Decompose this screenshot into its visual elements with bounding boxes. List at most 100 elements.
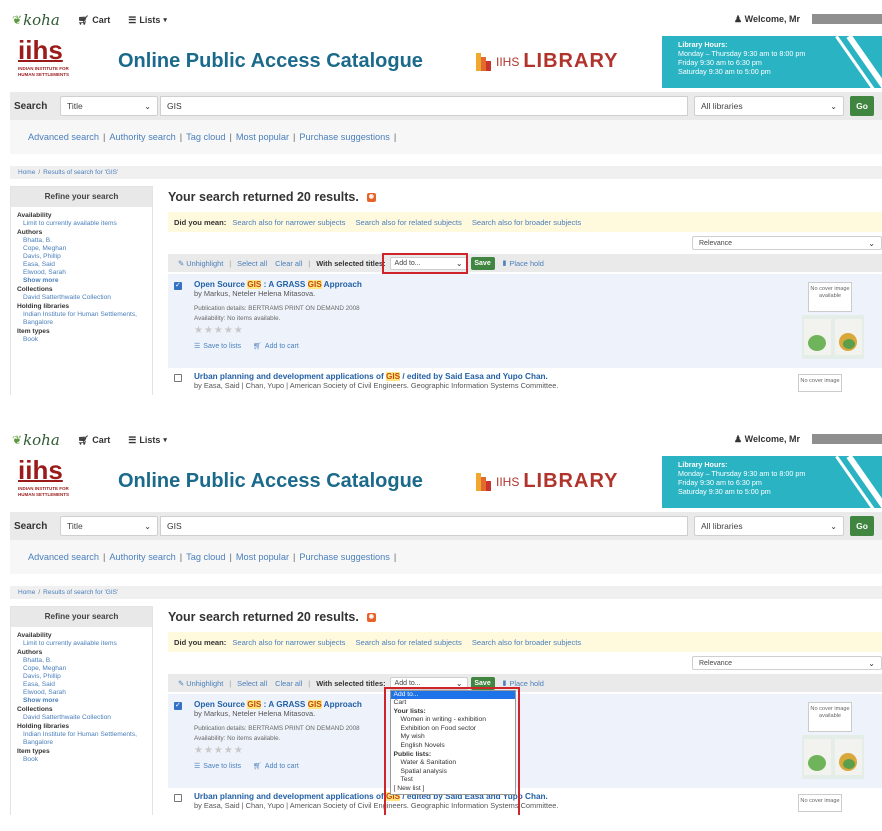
library-hours-banner: Library Hours: Monday – Thursday 9:30 am… (662, 36, 882, 88)
search-type-select[interactable]: Title ⌄ (60, 96, 158, 116)
related-subjects-link[interactable]: Search also for related subjects (355, 638, 461, 647)
rss-icon[interactable]: ◉ (366, 612, 376, 622)
welcome-user[interactable]: ♟ Welcome, Mr (734, 14, 882, 25)
lists-menu[interactable]: ☰ Lists ▾ (128, 15, 167, 26)
cart-link[interactable]: 🛒︎ Cart (78, 435, 110, 446)
facet-author-link[interactable]: Elwood, Sarah (17, 689, 146, 697)
cart-icon: 🛒︎ (253, 763, 262, 770)
show-more-link[interactable]: Show more (17, 277, 146, 285)
facet-availability-link[interactable]: Limit to currently available items (17, 640, 146, 648)
purchase-suggestions-link[interactable]: Purchase suggestions (299, 552, 389, 562)
record-author[interactable]: by Markus, Neteler Helena Mitasova. (194, 709, 882, 718)
most-popular-link[interactable]: Most popular (236, 552, 289, 562)
facet-collection-link[interactable]: David Satterthwaite Collection (17, 294, 146, 302)
go-button[interactable]: Go (850, 96, 874, 116)
breadcrumb-home[interactable]: Home (18, 169, 35, 176)
select-all-link[interactable]: Select all (237, 679, 267, 688)
sort-select[interactable]: Relevance ⌄ (692, 656, 882, 670)
record-author[interactable]: by Easa, Said | Chan, Yupo | American So… (194, 801, 882, 810)
add-to-cart-link[interactable]: 🛒︎ Add to cart (253, 762, 299, 770)
facet-author-link[interactable]: Bhatta, B. (17, 237, 146, 245)
facet-author-link[interactable]: Easa, Said (17, 261, 146, 269)
iihs-logo[interactable]: iihs INDIAN INSTITUTE FOR HUMAN SETTLEME… (18, 456, 98, 506)
tag-cloud-link[interactable]: Tag cloud (186, 132, 225, 142)
unhighlight-link[interactable]: ✎ Unhighlight (178, 679, 223, 688)
koha-logo[interactable]: ❦ koha (12, 11, 60, 29)
narrower-subjects-link[interactable]: Search also for narrower subjects (232, 638, 345, 647)
rating-stars[interactable]: ★★★★★ (194, 745, 882, 756)
add-to-cart-link[interactable]: 🛒︎ Add to cart (253, 342, 299, 350)
authority-search-link[interactable]: Authority search (109, 552, 175, 562)
advanced-search-link[interactable]: Advanced search (28, 132, 99, 142)
facet-author-link[interactable]: Davis, Phillip (17, 253, 146, 261)
advanced-search-link[interactable]: Advanced search (28, 552, 99, 562)
go-button[interactable]: Go (850, 516, 874, 536)
clear-all-link[interactable]: Clear all (275, 259, 302, 268)
facet-itemtype-link[interactable]: Book (17, 336, 146, 344)
facet-author-link[interactable]: Davis, Phillip (17, 673, 146, 681)
facet-author-link[interactable]: Cope, Meghan (17, 665, 146, 673)
record-title-link[interactable]: Urban planning and development applicati… (194, 372, 882, 381)
record-checkbox[interactable] (174, 701, 182, 710)
search-type-select[interactable]: Title ⌄ (60, 516, 158, 536)
library-select[interactable]: All libraries ⌄ (694, 516, 844, 536)
related-subjects-link[interactable]: Search also for related subjects (355, 218, 461, 227)
cart-link[interactable]: 🛒︎ Cart (78, 15, 110, 26)
facet-heading: Item types (17, 748, 50, 755)
search-input[interactable]: GIS (160, 96, 688, 116)
koha-logo[interactable]: ❦ koha (12, 431, 60, 449)
most-popular-link[interactable]: Most popular (236, 132, 289, 142)
breadcrumb-current[interactable]: Results of search for 'GIS' (43, 169, 118, 176)
breadcrumb-home[interactable]: Home (18, 589, 35, 596)
record-title-link[interactable]: Open Source GIS : A GRASS GIS Approach (194, 280, 882, 289)
clear-all-link[interactable]: Clear all (275, 679, 302, 688)
facet-author-link[interactable]: Easa, Said (17, 681, 146, 689)
record-title-link[interactable]: Urban planning and development applicati… (194, 792, 882, 801)
breadcrumb-current[interactable]: Results of search for 'GIS' (43, 589, 118, 596)
book-cover-image[interactable] (802, 315, 864, 359)
sort-select[interactable]: Relevance ⌄ (692, 236, 882, 250)
facet-itemtype-link[interactable]: Book (17, 756, 146, 764)
no-cover-placeholder: No cover image (798, 794, 842, 812)
record-checkbox[interactable] (174, 794, 182, 802)
place-hold-link[interactable]: ▮ Place hold (503, 259, 544, 268)
facet-author-link[interactable]: Bhatta, B. (17, 657, 146, 665)
save-to-lists-link[interactable]: ☰ Save to lists (194, 762, 241, 770)
narrower-subjects-link[interactable]: Search also for narrower subjects (232, 218, 345, 227)
facet-collection-link[interactable]: David Satterthwaite Collection (17, 714, 146, 722)
iihs-logo-word: iihs (18, 35, 63, 65)
authority-search-link[interactable]: Authority search (109, 132, 175, 142)
record-title-link[interactable]: Open Source GIS : A GRASS GIS Approach (194, 700, 882, 709)
search-input[interactable]: GIS (160, 516, 688, 536)
selection-toolbar: ✎ Unhighlight | Select all Clear all | W… (168, 674, 882, 815)
record-checkbox[interactable] (174, 281, 182, 290)
lists-menu[interactable]: ☰ Lists ▾ (128, 435, 167, 446)
rating-stars[interactable]: ★★★★★ (194, 325, 882, 336)
facet-author-link[interactable]: Cope, Meghan (17, 245, 146, 253)
purchase-suggestions-link[interactable]: Purchase suggestions (299, 132, 389, 142)
facet-holding-link[interactable]: Indian Institute for Human Settlements, … (17, 311, 146, 327)
facet-availability-link[interactable]: Limit to currently available items (17, 220, 146, 228)
record-publication: Publication details: BERTRAMS PRINT ON D… (194, 725, 360, 732)
select-all-link[interactable]: Select all (237, 259, 267, 268)
unhighlight-link[interactable]: ✎ Unhighlight (178, 259, 223, 268)
rss-icon[interactable]: ◉ (366, 192, 376, 202)
library-select[interactable]: All libraries ⌄ (694, 96, 844, 116)
save-button[interactable]: Save (470, 256, 495, 270)
iihs-logo[interactable]: iihs INDIAN INSTITUTE FOR HUMAN SETTLEME… (18, 36, 98, 86)
results-heading: Your search returned 20 results. ◉ (168, 606, 882, 628)
record-checkbox[interactable] (174, 374, 182, 382)
facet-holding-link[interactable]: Indian Institute for Human Settlements, … (17, 731, 146, 747)
record-author[interactable]: by Easa, Said | Chan, Yupo | American So… (194, 381, 882, 390)
tag-cloud-link[interactable]: Tag cloud (186, 552, 225, 562)
highlight-box (381, 252, 468, 274)
welcome-user[interactable]: ♟ Welcome, Mr (734, 434, 882, 445)
broader-subjects-link[interactable]: Search also for broader subjects (472, 218, 581, 227)
record-author[interactable]: by Markus, Neteler Helena Mitasova. (194, 289, 882, 298)
save-to-lists-link[interactable]: ☰ Save to lists (194, 342, 241, 350)
show-more-link[interactable]: Show more (17, 697, 146, 705)
library-select-value: All libraries (701, 101, 743, 111)
broader-subjects-link[interactable]: Search also for broader subjects (472, 638, 581, 647)
facet-author-link[interactable]: Elwood, Sarah (17, 269, 146, 277)
book-cover-image[interactable] (802, 735, 864, 779)
